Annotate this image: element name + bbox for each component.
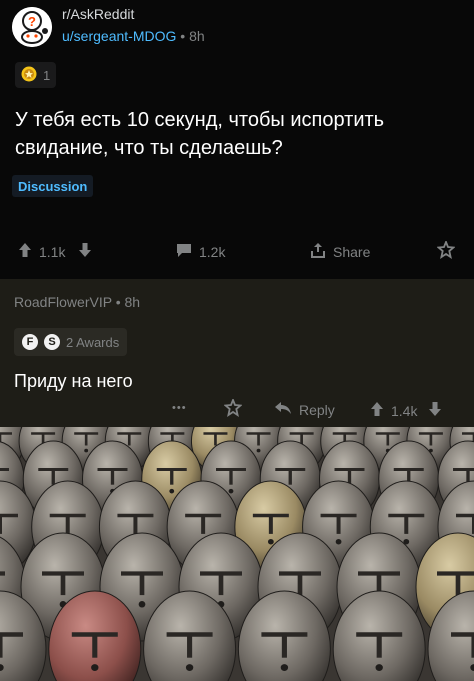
comment-body: Приду на него bbox=[14, 371, 133, 391]
reply-label: Reply bbox=[299, 401, 335, 418]
comment-bubble-icon bbox=[176, 242, 192, 261]
svg-text:?: ? bbox=[28, 14, 36, 29]
post-flair[interactable]: Discussion bbox=[12, 175, 94, 197]
post-action-bar: 1.1k 1.2k Share bbox=[0, 236, 474, 266]
award-count: 1 bbox=[43, 67, 51, 83]
upvote-icon[interactable] bbox=[370, 401, 384, 420]
comment-age: 8h bbox=[124, 294, 141, 310]
post-author[interactable]: u/sergeant-MDOG bbox=[62, 28, 176, 44]
comment-award-button[interactable] bbox=[223, 397, 243, 420]
share-icon bbox=[310, 242, 326, 261]
give-award-button[interactable] bbox=[436, 239, 456, 262]
upvote-icon[interactable] bbox=[18, 242, 32, 261]
subreddit-avatar[interactable]: ? bbox=[12, 7, 52, 47]
share-button[interactable]: Share bbox=[310, 242, 370, 261]
comment-awards-label: 2 Awards bbox=[66, 334, 120, 350]
post-title[interactable]: У тебя есть 10 секунд, чтобы испортить с… bbox=[15, 106, 455, 162]
subreddit-name[interactable]: r/AskReddit bbox=[62, 6, 134, 22]
post-age: 8h bbox=[189, 28, 205, 44]
post-card: ? r/AskReddit u/sergeant-MDOG • 8h 1 У т… bbox=[0, 0, 474, 279]
comment-count: 1.2k bbox=[199, 243, 226, 260]
more-options-button[interactable]: ••• bbox=[172, 402, 187, 414]
post-meta: u/sergeant-MDOG • 8h bbox=[62, 28, 205, 44]
comments-button[interactable]: 1.2k bbox=[176, 242, 225, 261]
comment-vote-count: 1.4k bbox=[391, 402, 418, 419]
award-s-icon: S bbox=[44, 334, 60, 350]
downvote-icon[interactable] bbox=[428, 401, 442, 420]
comment-awards[interactable]: F S 2 Awards bbox=[14, 328, 128, 356]
comment-author[interactable]: RoadFlowerVIP bbox=[14, 294, 112, 310]
stone-faces-image bbox=[0, 427, 474, 681]
post-awards[interactable]: 1 bbox=[15, 62, 57, 88]
comment-vote-group: 1.4k bbox=[370, 401, 442, 420]
award-icon bbox=[223, 397, 243, 420]
comment-meta-separator: • bbox=[115, 294, 121, 310]
post-vote-count: 1.1k bbox=[39, 243, 66, 260]
post-vote-group: 1.1k bbox=[18, 242, 92, 261]
downvote-icon[interactable] bbox=[78, 242, 92, 261]
comment-action-bar: ••• Reply 1.4k bbox=[0, 397, 474, 424]
award-medal-icon bbox=[21, 66, 37, 85]
share-label: Share bbox=[333, 243, 371, 260]
reply-button[interactable]: Reply bbox=[274, 401, 335, 418]
reply-arrow-icon bbox=[274, 401, 292, 418]
award-f-icon: F bbox=[22, 334, 38, 350]
award-icon bbox=[436, 239, 456, 262]
meta-separator: • bbox=[180, 28, 186, 44]
comment-card: RoadFlowerVIP • 8h F S 2 Awards Приду на… bbox=[0, 279, 474, 427]
comment-meta: RoadFlowerVIP • 8h bbox=[14, 294, 140, 310]
